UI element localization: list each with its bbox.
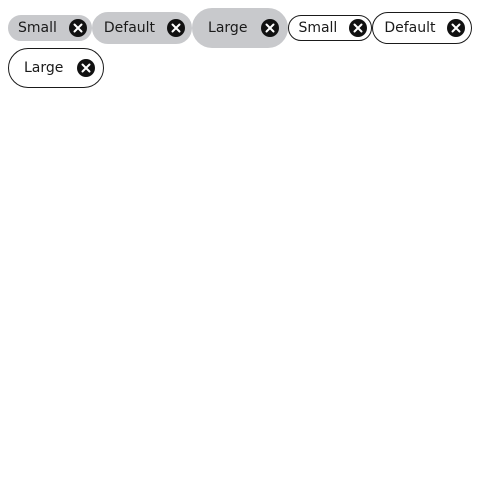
- chip-outline-large[interactable]: Large: [8, 48, 105, 88]
- chip-label: Default: [384, 20, 436, 36]
- chip-label: Default: [103, 20, 156, 36]
- chip-outline-small[interactable]: Small: [288, 15, 373, 41]
- chip-filled-small[interactable]: Small: [8, 15, 92, 41]
- close-circle-icon[interactable]: [445, 17, 467, 39]
- chip-filled-large[interactable]: Large: [192, 8, 289, 48]
- chip-outline-default[interactable]: Default: [372, 12, 473, 44]
- chip-filled-default[interactable]: Default: [91, 12, 193, 44]
- close-circle-icon[interactable]: [259, 17, 281, 39]
- chip-label: Small: [18, 20, 57, 36]
- close-circle-icon[interactable]: [165, 17, 187, 39]
- chip-label: Large: [24, 60, 64, 76]
- close-circle-icon[interactable]: [347, 17, 369, 39]
- chip-label: Small: [298, 20, 338, 36]
- close-circle-icon[interactable]: [67, 17, 89, 39]
- chip-label: Large: [208, 20, 248, 36]
- chip-group: Small Default Large Small Default Large: [8, 8, 488, 88]
- close-circle-icon[interactable]: [75, 57, 97, 79]
